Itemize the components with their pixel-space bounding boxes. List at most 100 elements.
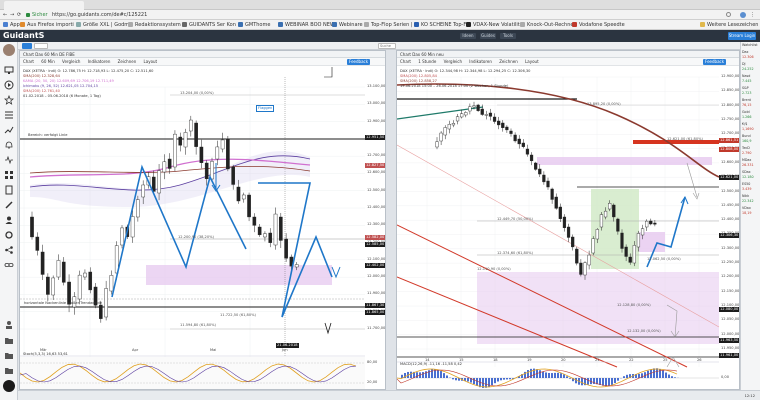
chart-annotation: Flaggen [256, 105, 275, 112]
chart-annotation: 12.062,50 (0,00%) [647, 257, 681, 261]
bookmark-item[interactable]: GUIDANTS Ser Kon [182, 20, 236, 30]
layout-button[interactable]: Layout [144, 59, 158, 64]
indicators-button[interactable]: Indikatoren [469, 59, 492, 64]
watchlist-item[interactable]: DJ 24.252 [742, 62, 760, 71]
profile-icon[interactable] [740, 12, 746, 18]
bookmark-item[interactable]: GMThome [238, 20, 270, 30]
bookmark-item[interactable]: WEBINAR BOO NEW [278, 20, 335, 30]
feedback-button[interactable]: Feedback [703, 59, 727, 65]
grid-icon[interactable] [4, 165, 14, 179]
add-tab-button[interactable] [34, 43, 48, 49]
guidants-assistant-icon[interactable] [3, 380, 15, 392]
watchlist-item[interactable]: Nasd 7.445 [742, 74, 760, 83]
price-tag: 11.963,50 [719, 338, 740, 343]
y-axis-tick: 12.850,00 [721, 88, 740, 93]
url-field[interactable]: https://go.guidants.com/de#c/125221 [52, 10, 147, 20]
bookmark-item[interactable]: Webinare [332, 20, 363, 30]
watchlist-item[interactable]: MDax 26.331 [742, 158, 760, 167]
bookmark-item[interactable]: Vodafone Speedte [572, 20, 625, 30]
guides-button[interactable]: Guides [480, 33, 496, 39]
list-icon[interactable] [4, 105, 14, 119]
watchlist-item[interactable]: TecD 2.790 [742, 146, 760, 155]
chart-type-button[interactable]: Chart [23, 59, 34, 64]
tools-button[interactable]: Tools [500, 33, 516, 39]
chart-icon[interactable] [4, 120, 14, 134]
reload-icon[interactable]: ⟳ [17, 10, 21, 20]
y-axis-tick: 12.500,00 [367, 187, 386, 192]
oscillator-level-label: 0,00 [721, 375, 730, 379]
bookmark-item[interactable]: Knock-Out-Rechne [520, 20, 573, 30]
price-tag: 12.306,30 [719, 233, 740, 238]
desktop-tab-icon[interactable] [22, 43, 32, 49]
pulse-icon[interactable] [4, 150, 14, 165]
price-tag: 12.402,00 [365, 263, 386, 268]
watchlist-item[interactable]: ES50 3.439 [742, 182, 760, 191]
watchlist-item[interactable]: Gold 1.266 [742, 110, 760, 119]
ideas-button[interactable]: Ideen [460, 33, 476, 39]
bookmark-item[interactable]: VDAX-New Volatilit [466, 20, 520, 30]
folder-icon[interactable] [4, 345, 14, 359]
watchlist-item-value: 12.306 [742, 54, 754, 59]
avatar[interactable] [3, 44, 15, 56]
star-icon[interactable] [726, 12, 731, 17]
document-icon[interactable] [4, 180, 14, 195]
logo-area [0, 30, 18, 42]
draw-button[interactable]: Zeichnen [499, 59, 518, 64]
x-axis-tick: 25 [663, 358, 668, 362]
watchlist-item[interactable]: S&P 2.723 [742, 86, 760, 95]
bookmark-item[interactable]: Größe XXL | Godmo [76, 20, 132, 30]
watchlist-item[interactable]: Brent 76,15 [742, 98, 760, 107]
share-icon[interactable] [4, 240, 14, 254]
interval-button[interactable]: 1 Stunde [418, 59, 436, 64]
price-tag: 12.808,00 [719, 147, 740, 152]
indicators-button[interactable]: Indikatoren [88, 59, 111, 64]
bell-icon[interactable] [4, 135, 14, 149]
right-chart-widget: Chart Dax 60 Min neu Chart 1 Stunde Verg… [396, 50, 740, 390]
x-axis-tick: Apr [132, 348, 139, 352]
chart-type-button[interactable]: Chart [400, 59, 411, 64]
clock: 12:12 [744, 394, 755, 398]
x-axis-tick: 21 [595, 358, 600, 362]
play-icon[interactable] [4, 75, 14, 90]
star-icon[interactable] [3, 90, 15, 105]
forward-icon[interactable]: → [10, 10, 14, 20]
bookmark-item[interactable]: Top-Flop Serien | S [364, 20, 417, 30]
person-icon[interactable] [4, 315, 14, 329]
watchlist-item[interactable]: VDax 18,19 [742, 206, 760, 215]
feedback-button[interactable]: Feedback [347, 59, 371, 65]
folder-icon[interactable] [4, 330, 14, 344]
interval-button[interactable]: 60 Min [41, 59, 54, 64]
monitor-icon[interactable] [4, 60, 14, 74]
stream-login-button[interactable]: Stream Login [728, 32, 756, 40]
compare-button[interactable]: Vergleich [62, 59, 80, 64]
watchlist-item-value: 3.439 [742, 186, 752, 191]
bookmark-item[interactable]: KO SCHEINE Top-F [414, 20, 466, 30]
watchlist-item[interactable]: Dax 12.306 [742, 50, 760, 59]
folder-icon[interactable] [4, 360, 14, 374]
pencil-icon[interactable] [4, 195, 14, 209]
bookmark-item[interactable]: Redaktionssystem [128, 20, 181, 30]
search-input[interactable]: Suche [378, 43, 396, 49]
watchlist-item[interactable]: Nikk 22.342 [742, 194, 760, 203]
settings-icon[interactable] [4, 225, 14, 239]
layout-button[interactable]: Layout [525, 59, 539, 64]
bookmark-item[interactable]: Aus Firefox importi [20, 20, 74, 30]
link-icon[interactable] [4, 255, 14, 267]
watchlist-sidebar: Watchlist Dax 12.306 DJ 24.252 Nasd 7.445 S&P 2… [740, 42, 760, 390]
menu-icon[interactable]: ⋮ [750, 10, 755, 20]
draw-button[interactable]: Zeichnen [118, 59, 137, 64]
watchlist-header: Watchlist [742, 43, 758, 47]
watchlist-item[interactable]: €/$ 1,1690 [742, 122, 760, 131]
user-icon[interactable] [4, 210, 14, 224]
watchlist-item[interactable]: Bund 160,9 [742, 134, 760, 143]
browser-tab[interactable] [4, 1, 84, 10]
x-axis-tick: 26 [697, 358, 702, 362]
y-axis-tick: 12.700,00 [367, 153, 386, 158]
back-icon[interactable]: ← [3, 10, 7, 20]
watchlist-item[interactable]: SDax 12.180 [742, 170, 760, 179]
compare-button[interactable]: Vergleich [444, 59, 462, 64]
app-header: GuidantS Ideen Guides Tools Stream Login [0, 30, 760, 42]
other-bookmarks[interactable]: Weitere Lesezeichen [700, 20, 758, 30]
chart-annotation: 12.128,80 (0,00%) [617, 303, 651, 307]
chart-annotation: 13.895,20 (0,00%) [587, 102, 621, 106]
